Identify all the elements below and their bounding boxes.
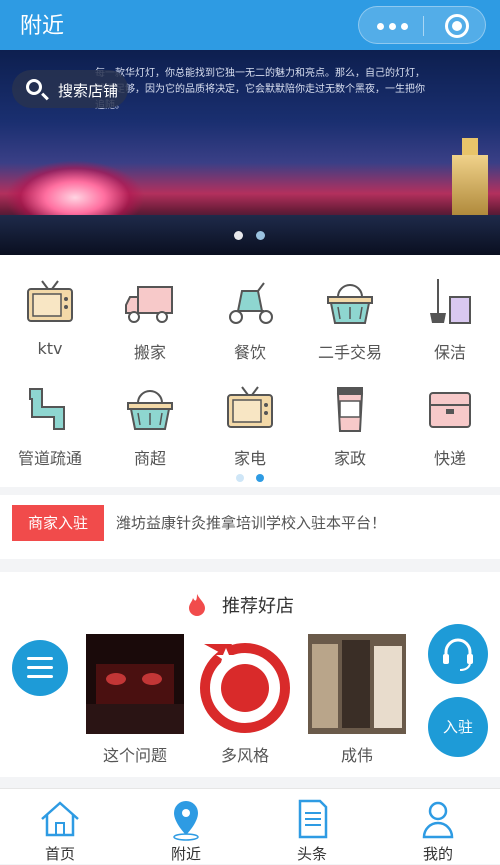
shop-name: 多风格 — [220, 746, 269, 765]
tab-label: 我的 — [422, 845, 453, 863]
category-express[interactable]: 快递 — [410, 383, 490, 473]
document-icon — [298, 799, 328, 839]
menu-icon-line — [27, 675, 53, 678]
search-label: 搜索店铺 — [58, 82, 119, 100]
shop-name: 这个问题 — [102, 746, 167, 765]
cup-icon — [336, 387, 364, 432]
location-pin-icon — [173, 801, 199, 841]
basket-icon — [127, 390, 173, 430]
page-dot — [236, 474, 244, 482]
section-header: 推荐好店 — [188, 592, 328, 617]
mini-program-capsule — [358, 6, 486, 44]
category-pagination — [234, 474, 266, 484]
category-moving[interactable]: 搬家 — [110, 277, 190, 367]
truck-icon — [125, 286, 173, 323]
scooter-icon — [229, 282, 273, 324]
target-icon[interactable] — [445, 14, 469, 38]
user-icon — [422, 801, 454, 839]
search-icon — [26, 79, 42, 95]
mop-bucket-icon — [430, 279, 471, 324]
shop-name: 成伟 — [340, 746, 373, 765]
search-input[interactable]: 搜索店铺 — [12, 70, 128, 108]
menu-icon-line — [27, 666, 53, 669]
join-button[interactable]: 入驻 — [428, 697, 488, 757]
category-appliances[interactable]: 家电 — [210, 383, 290, 473]
category-pipe[interactable]: 管道疏通 — [10, 383, 90, 473]
top-bar: 附近 — [0, 0, 500, 50]
section-title: 推荐好店 — [222, 596, 294, 617]
home-icon — [41, 801, 79, 837]
merchant-join-tag[interactable]: 商家入驻 — [12, 505, 104, 541]
tab-label: 首页 — [44, 845, 75, 863]
tv-icon — [227, 386, 273, 428]
menu-icon — [27, 657, 53, 660]
page-title: 附近 — [20, 14, 65, 39]
shop-image — [196, 634, 294, 734]
category-cleaning[interactable]: 保洁 — [410, 277, 490, 367]
page-dot-active — [256, 474, 264, 482]
bottom-tab-bar: 首页 附近 头条 我的 — [0, 788, 500, 864]
capsule-divider — [423, 16, 424, 36]
tab-profile[interactable]: 我的 — [388, 789, 488, 865]
tv-icon — [27, 280, 73, 322]
menu-button[interactable] — [12, 640, 68, 696]
notice-bar[interactable]: 商家入驻 潍坊益康针灸推拿培训学校入驻本平台！ — [0, 495, 500, 559]
category-grid: ktv 搬家 餐饮 二手交易 保洁 管道疏通 商超 家电 家政 快递 — [0, 255, 500, 487]
more-dots-icon[interactable] — [377, 23, 413, 31]
tab-label: 附近 — [170, 845, 201, 863]
category-ktv[interactable]: ktv — [10, 277, 90, 367]
category-housekeeping[interactable]: 家政 — [310, 383, 390, 473]
tab-home[interactable]: 首页 — [10, 789, 110, 865]
package-icon — [429, 392, 471, 428]
headset-icon — [443, 638, 473, 671]
recommended-shops: 推荐好店 这个问题 多风格 成伟 — [0, 572, 500, 777]
flame-icon — [189, 594, 205, 616]
category-supermarket[interactable]: 商超 — [110, 383, 190, 473]
customer-service-button[interactable] — [428, 624, 488, 684]
shop-image — [86, 634, 184, 734]
tab-nearby[interactable]: 附近 — [136, 789, 236, 865]
banner-caption: 每一款华灯灯，你总能找到它独一无二的魅力和亮点。那么，自己的灯灯，就已足够，因为… — [95, 68, 425, 111]
banner-dot-active — [256, 231, 265, 240]
tab-label: 头条 — [296, 845, 327, 863]
tab-headlines[interactable]: 头条 — [262, 789, 362, 865]
basket-icon — [327, 284, 373, 324]
category-dining[interactable]: 餐饮 — [210, 277, 290, 367]
category-label: 保洁 — [433, 343, 466, 362]
banner-carousel[interactable]: 每一款华灯灯，你总能找到它独一无二的魅力和亮点。那么，自己的灯灯，就已足够，因为… — [0, 50, 500, 255]
banner-dot — [234, 231, 243, 240]
pipe-icon — [29, 388, 65, 430]
shop-image — [308, 634, 406, 734]
category-secondhand[interactable]: 二手交易 — [310, 277, 390, 367]
banner-pagination — [230, 231, 270, 241]
notice-message[interactable]: 潍坊益康针灸推拿培训学校入驻本平台！ — [116, 512, 386, 533]
category-label: 快递 — [433, 449, 466, 468]
